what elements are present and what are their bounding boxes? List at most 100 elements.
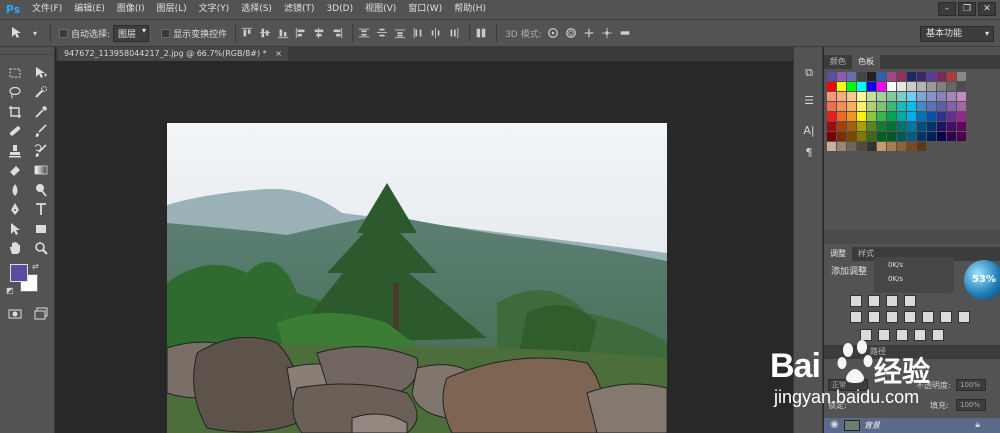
swatch[interactable]: [907, 112, 916, 121]
character-panel-icon[interactable]: A|: [801, 123, 817, 139]
swatch[interactable]: [937, 132, 946, 141]
swatch[interactable]: [907, 102, 916, 111]
menu-view[interactable]: 视图(V): [359, 0, 402, 19]
path-selection-tool-icon[interactable]: [3, 219, 27, 239]
swatch[interactable]: [877, 82, 886, 91]
distribute-bottom-icon[interactable]: [393, 26, 407, 40]
swatch[interactable]: [847, 102, 856, 111]
swatch[interactable]: [837, 122, 846, 131]
swatch[interactable]: [857, 112, 866, 121]
swatch[interactable]: [887, 122, 896, 131]
tab-adjustments[interactable]: 调整: [824, 247, 852, 261]
swatch[interactable]: [877, 92, 886, 101]
swatch[interactable]: [947, 122, 956, 131]
color-lookup-icon[interactable]: [958, 311, 970, 323]
menu-layer[interactable]: 图层(L): [151, 0, 193, 19]
swatch[interactable]: [877, 112, 886, 121]
hue-saturation-icon[interactable]: [868, 311, 880, 323]
swatch[interactable]: [917, 92, 926, 101]
swatch[interactable]: [927, 122, 936, 131]
drag-3d-icon[interactable]: [582, 26, 596, 40]
swatch[interactable]: [857, 102, 866, 111]
swatch[interactable]: [847, 122, 856, 131]
swatch[interactable]: [897, 82, 906, 91]
swatch[interactable]: [927, 82, 936, 91]
swatch[interactable]: [937, 112, 946, 121]
swatch[interactable]: [827, 92, 836, 101]
swatch[interactable]: [847, 72, 856, 81]
swatch[interactable]: [827, 142, 836, 151]
swatch[interactable]: [927, 72, 936, 81]
swatch[interactable]: [827, 72, 836, 81]
swatch[interactable]: [897, 72, 906, 81]
swatch[interactable]: [867, 142, 876, 151]
swatch[interactable]: [837, 102, 846, 111]
distribute-top-icon[interactable]: [357, 26, 371, 40]
swatch[interactable]: [897, 122, 906, 131]
swatch[interactable]: [907, 82, 916, 91]
brush-tool-icon[interactable]: [29, 122, 53, 142]
align-top-icon[interactable]: [240, 26, 254, 40]
gradient-tool-icon[interactable]: [29, 161, 53, 181]
quick-mask-icon[interactable]: [3, 304, 27, 324]
swatch[interactable]: [957, 92, 966, 101]
swatch[interactable]: [927, 92, 936, 101]
swatch[interactable]: [867, 72, 876, 81]
swatch[interactable]: [907, 122, 916, 131]
swap-colors-icon[interactable]: ⇄: [32, 262, 39, 271]
swatch[interactable]: [917, 82, 926, 91]
swatch[interactable]: [837, 82, 846, 91]
swatch[interactable]: [917, 132, 926, 141]
swatch[interactable]: [887, 72, 896, 81]
minimize-button[interactable]: –: [938, 2, 956, 16]
swatch[interactable]: [837, 92, 846, 101]
swatch[interactable]: [907, 92, 916, 101]
vibrance-icon[interactable]: [850, 311, 862, 323]
crop-tool-icon[interactable]: [3, 102, 27, 122]
menu-image[interactable]: 图像(I): [111, 0, 151, 19]
swatch[interactable]: [887, 82, 896, 91]
swatch[interactable]: [947, 132, 956, 141]
swatch[interactable]: [907, 72, 916, 81]
swatch[interactable]: [857, 142, 866, 151]
swatch[interactable]: [857, 122, 866, 131]
swatch[interactable]: [937, 122, 946, 131]
levels-icon[interactable]: [868, 295, 880, 307]
swatch[interactable]: [887, 142, 896, 151]
swatch[interactable]: [867, 122, 876, 131]
lasso-tool-icon[interactable]: [3, 83, 27, 103]
document-image[interactable]: [167, 123, 667, 433]
swatch[interactable]: [947, 102, 956, 111]
swatch[interactable]: [877, 122, 886, 131]
swatch[interactable]: [837, 132, 846, 141]
photo-filter-icon[interactable]: [922, 311, 934, 323]
distribute-left-icon[interactable]: [411, 26, 425, 40]
distribute-right-icon[interactable]: [447, 26, 461, 40]
document-tab[interactable]: 947672_113958044217_2.jpg @ 66.7%(RGB/8#…: [58, 47, 288, 61]
swatch[interactable]: [877, 72, 886, 81]
swatch[interactable]: [947, 112, 956, 121]
swatch[interactable]: [867, 82, 876, 91]
canvas-area[interactable]: [56, 61, 793, 433]
swatch[interactable]: [877, 142, 886, 151]
swatch[interactable]: [947, 82, 956, 91]
swatch[interactable]: [897, 92, 906, 101]
auto-select-dropdown[interactable]: 图层: [113, 24, 150, 42]
swatch[interactable]: [937, 82, 946, 91]
tab-swatches[interactable]: 色板: [852, 55, 880, 69]
eraser-tool-icon[interactable]: [3, 161, 27, 181]
brightness-icon[interactable]: [850, 295, 862, 307]
align-bottom-icon[interactable]: [276, 26, 290, 40]
swatch[interactable]: [857, 132, 866, 141]
auto-select-checkbox[interactable]: [59, 28, 68, 38]
color-balance-icon[interactable]: [886, 311, 898, 323]
swatch[interactable]: [867, 132, 876, 141]
swatch[interactable]: [887, 102, 896, 111]
menu-file[interactable]: 文件(F): [26, 0, 68, 19]
swatch[interactable]: [847, 82, 856, 91]
swatch[interactable]: [837, 72, 846, 81]
black-white-icon[interactable]: [904, 311, 916, 323]
close-window-button[interactable]: ✕: [978, 2, 996, 16]
default-colors-icon[interactable]: ◩: [6, 286, 14, 295]
swatch[interactable]: [897, 132, 906, 141]
